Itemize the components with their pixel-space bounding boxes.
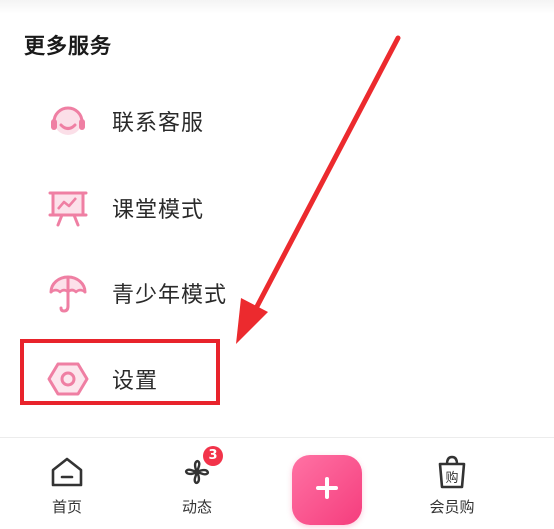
shopping-bag-icon: 购 [432, 452, 472, 492]
hexagon-settings-icon [42, 353, 94, 405]
menu-item-label: 课堂模式 [112, 198, 205, 223]
add-post-button[interactable] [292, 455, 362, 525]
menu-item-label: 联系客服 [112, 111, 205, 136]
menu-item-settings[interactable]: 设置 [42, 351, 342, 407]
home-icon [47, 452, 87, 492]
tab-home-label: 首页 [51, 498, 82, 516]
presentation-board-icon [42, 182, 94, 234]
headset-icon [42, 95, 94, 147]
menu-item-label: 青少年模式 [112, 283, 228, 308]
section-title: 更多服务 [24, 34, 112, 58]
umbrella-icon [42, 267, 94, 319]
menu-item-youth-mode[interactable]: 青少年模式 [42, 265, 342, 321]
tab-feed-label: 动态 [181, 498, 212, 516]
tab-vip-label: 会员购 [429, 498, 475, 516]
notification-badge: 3 [203, 446, 223, 466]
menu-item-label: 设置 [112, 369, 159, 394]
pinwheel-icon: 3 [177, 446, 223, 492]
shopping-bag-text: 购 [445, 470, 458, 486]
plus-icon [312, 473, 342, 507]
tab-home[interactable]: 首页 [27, 452, 107, 522]
tab-vip-shop[interactable]: 购 会员购 [412, 452, 492, 522]
menu-item-contact-service[interactable]: 联系客服 [42, 93, 342, 149]
menu-item-classroom-mode[interactable]: 课堂模式 [42, 180, 342, 236]
tab-feed[interactable]: 3 动态 [157, 446, 237, 522]
bottom-tab-bar: 首页 3 动态 购 会员购 [0, 438, 554, 529]
top-strip [0, 0, 554, 14]
